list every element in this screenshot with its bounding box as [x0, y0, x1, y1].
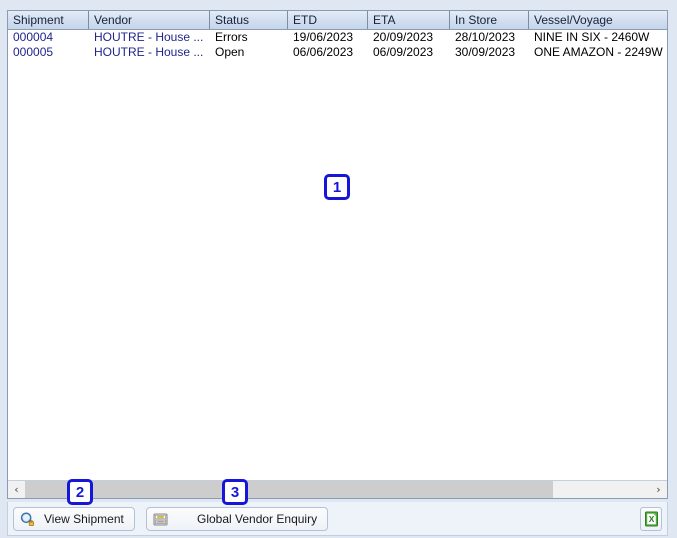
bottom-toolbar: View Shipment Global Vendor Enquiry X: [7, 502, 668, 536]
svg-text:X: X: [648, 514, 654, 524]
cell-etd: 06/06/2023: [293, 45, 354, 59]
column-header-etd[interactable]: ETD: [288, 11, 368, 29]
view-shipment-button[interactable]: View Shipment: [13, 507, 135, 531]
column-header-in-store[interactable]: In Store: [450, 11, 529, 29]
column-header-vessel-voyage[interactable]: Vessel/Voyage: [529, 11, 667, 29]
excel-export-icon: X: [644, 511, 659, 527]
cell-vendor[interactable]: HOUTRE - House ...: [89, 30, 210, 45]
export-to-excel-button[interactable]: X: [640, 507, 662, 531]
table-row[interactable]: 000005 HOUTRE - House ... Open 06/06/202…: [8, 45, 667, 60]
column-header-shipment[interactable]: Shipment: [8, 11, 89, 29]
column-header-eta[interactable]: ETA: [368, 11, 450, 29]
scroll-left-arrow-icon[interactable]: ‹: [8, 481, 25, 498]
scrollbar-thumb[interactable]: [25, 481, 554, 498]
grid-body[interactable]: 000004 HOUTRE - House ... Errors 19/06/2…: [8, 30, 667, 479]
cell-shipment[interactable]: 000004: [8, 30, 89, 45]
annotation-badge-2: 2: [67, 479, 93, 505]
magnifier-lock-icon: [19, 511, 36, 528]
column-header-status[interactable]: Status: [210, 11, 288, 29]
shipment-grid: Shipment Vendor Status ETD ETA In Store …: [7, 10, 668, 499]
global-vendor-enquiry-label: Global Vendor Enquiry: [197, 512, 318, 526]
cell-etd: 19/06/2023: [293, 30, 354, 44]
table-row[interactable]: 000004 HOUTRE - House ... Errors 19/06/2…: [8, 30, 667, 45]
global-vendor-enquiry-button[interactable]: Global Vendor Enquiry: [146, 507, 329, 531]
cell-in-store: 28/10/2023: [455, 30, 516, 44]
annotation-badge-3: 3: [222, 479, 248, 505]
cell-in-store: 30/09/2023: [455, 45, 516, 59]
cabinet-drawer-icon: [152, 511, 169, 528]
cell-status: Open: [215, 45, 245, 59]
cell-vessel-voyage: NINE IN SIX - 2460W: [534, 30, 650, 44]
cell-vendor[interactable]: HOUTRE - House ...: [89, 45, 210, 60]
scrollbar-track[interactable]: [25, 481, 650, 498]
cell-shipment[interactable]: 000005: [8, 45, 89, 60]
cell-eta: 20/09/2023: [373, 30, 434, 44]
horizontal-scrollbar[interactable]: ‹ ›: [8, 480, 667, 498]
view-shipment-label: View Shipment: [44, 512, 124, 526]
grid-header-row: Shipment Vendor Status ETD ETA In Store …: [8, 11, 667, 30]
cell-vessel-voyage: ONE AMAZON - 2249W: [534, 45, 663, 59]
application-window: Shipment Vendor Status ETD ETA In Store …: [0, 0, 677, 538]
column-header-vendor[interactable]: Vendor: [89, 11, 210, 29]
window-content: Shipment Vendor Status ETD ETA In Store …: [5, 5, 672, 538]
cell-status: Errors: [215, 30, 248, 44]
annotation-badge-1: 1: [324, 174, 350, 200]
cell-eta: 06/09/2023: [373, 45, 434, 59]
scroll-right-arrow-icon[interactable]: ›: [650, 481, 667, 498]
